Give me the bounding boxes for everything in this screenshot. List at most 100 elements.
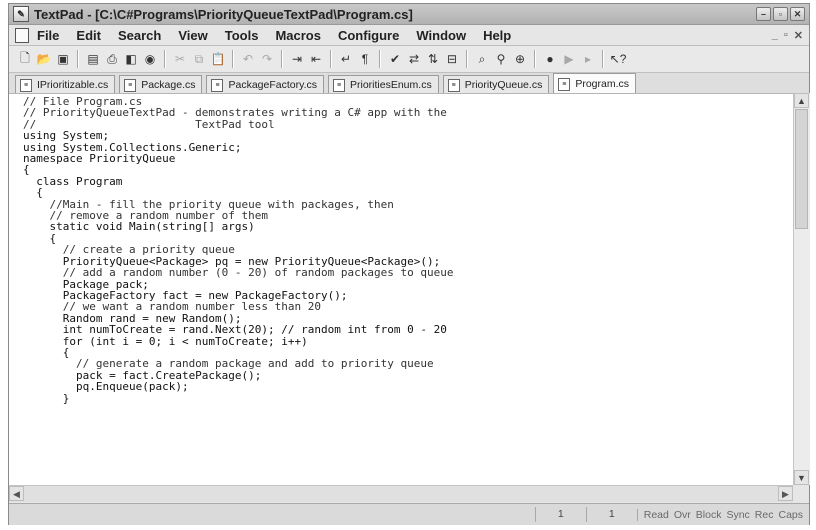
- undo-icon[interactable]: ↶: [240, 51, 256, 67]
- status-column-number: 1: [585, 507, 637, 522]
- scroll-right-icon[interactable]: ▶: [778, 486, 793, 501]
- maximize-button[interactable]: ▫: [773, 7, 788, 21]
- file-icon: ≡: [558, 77, 571, 91]
- tab-iprioritizable[interactable]: ≡ IPrioritizable.cs: [15, 75, 116, 94]
- menu-search[interactable]: Search: [118, 28, 161, 43]
- document-window-controls: _ ▫ ✕: [772, 29, 803, 42]
- toolbar-separator: [466, 50, 468, 68]
- scroll-left-icon[interactable]: ◀: [9, 486, 24, 501]
- file-icon: ≡: [124, 78, 137, 92]
- record-macro-icon[interactable]: ●: [542, 51, 558, 67]
- code-line[interactable]: pq.Enqueue(pack);: [23, 381, 793, 393]
- document-tabs: ≡ IPrioritizable.cs ≡ Package.cs ≡ Packa…: [9, 73, 809, 95]
- menu-bar: File Edit Search View Tools Macros Confi…: [9, 25, 809, 46]
- scroll-up-icon[interactable]: ▲: [794, 93, 809, 108]
- menu-file[interactable]: File: [37, 28, 59, 43]
- tab-label: PriorityQueue.cs: [464, 79, 543, 91]
- vertical-scrollbar[interactable]: ▲ ▼: [793, 93, 810, 485]
- code-line[interactable]: {: [23, 164, 793, 176]
- document-minimize-icon[interactable]: _: [772, 29, 778, 42]
- step-macro-icon[interactable]: ▸: [580, 51, 596, 67]
- document-icon[interactable]: [15, 27, 29, 43]
- toolbar-separator: [602, 50, 604, 68]
- outdent-icon[interactable]: ⇤: [308, 51, 324, 67]
- copy-icon[interactable]: ⧉: [191, 51, 207, 67]
- toolbar-separator: [379, 50, 381, 68]
- new-file-icon[interactable]: 🗋: [17, 51, 33, 67]
- toolbar-separator: [330, 50, 332, 68]
- vertical-scroll-thumb[interactable]: [795, 109, 808, 229]
- textpad-window: ✎ TextPad - [C:\C#Programs\PriorityQueue…: [8, 3, 810, 525]
- tab-priority-queue[interactable]: ≡ PriorityQueue.cs: [442, 75, 550, 94]
- menu-help[interactable]: Help: [483, 28, 511, 43]
- toolbar-separator: [77, 50, 79, 68]
- save-icon[interactable]: ▣: [55, 51, 71, 67]
- open-folder-icon[interactable]: 📂: [36, 51, 52, 67]
- status-line-number: 1: [534, 507, 586, 522]
- window-controls: – ▫ ✕: [756, 7, 805, 21]
- code-editor[interactable]: // File Program.cs// PriorityQueueTextPa…: [9, 93, 793, 486]
- menu-edit[interactable]: Edit: [76, 28, 101, 43]
- cut-icon[interactable]: ✂: [172, 51, 188, 67]
- code-line[interactable]: static void Main(string[] args): [23, 221, 793, 233]
- menu-view[interactable]: View: [178, 28, 207, 43]
- code-line[interactable]: int numToCreate = rand.Next(20); // rand…: [23, 324, 793, 336]
- code-line[interactable]: namespace PriorityQueue: [23, 153, 793, 165]
- status-bar: 1 1 Read Ovr Block Sync Rec Caps: [9, 503, 809, 525]
- document-close-icon[interactable]: ✕: [794, 29, 803, 42]
- code-line[interactable]: // we want a random number less than 20: [23, 301, 793, 313]
- play-macro-icon[interactable]: ▶: [561, 51, 577, 67]
- tab-label: PackageFactory.cs: [228, 79, 317, 91]
- tab-priorities-enum[interactable]: ≡ PrioritiesEnum.cs: [328, 75, 439, 94]
- code-line[interactable]: }: [23, 392, 793, 404]
- compare-icon[interactable]: ⊟: [444, 51, 460, 67]
- tab-package-factory[interactable]: ≡ PackageFactory.cs: [206, 75, 324, 94]
- find-in-files-icon[interactable]: ⊕: [512, 51, 528, 67]
- tab-package[interactable]: ≡ Package.cs: [119, 75, 203, 94]
- tab-label: Package.cs: [141, 79, 196, 91]
- tab-program[interactable]: ≡ Program.cs: [553, 73, 637, 94]
- code-line[interactable]: class Program: [23, 175, 793, 187]
- code-line[interactable]: for (int i = 0; i < numToCreate; i++): [23, 335, 793, 347]
- code-line[interactable]: {: [23, 187, 793, 199]
- redo-icon[interactable]: ↷: [259, 51, 275, 67]
- find-icon[interactable]: ◉: [142, 51, 158, 67]
- title-bar[interactable]: ✎ TextPad - [C:\C#Programs\PriorityQueue…: [9, 4, 809, 25]
- status-flag-block: Block: [695, 508, 722, 521]
- find-previous-icon[interactable]: ⚲: [493, 51, 509, 67]
- code-line[interactable]: // TextPad tool: [23, 118, 793, 130]
- file-icon: ≡: [333, 78, 345, 92]
- sort-icon[interactable]: ⇅: [425, 51, 441, 67]
- horizontal-scrollbar[interactable]: ◀ ▶: [9, 485, 793, 502]
- menu-tools[interactable]: Tools: [225, 28, 259, 43]
- find-next-icon[interactable]: ⌕: [474, 51, 490, 67]
- code-text[interactable]: // File Program.cs// PriorityQueueTextPa…: [9, 94, 793, 404]
- scroll-down-icon[interactable]: ▼: [794, 470, 809, 485]
- paragraph-icon[interactable]: ¶: [357, 51, 373, 67]
- print-preview-icon[interactable]: ◧: [123, 51, 139, 67]
- wrap-icon[interactable]: ↵: [338, 51, 354, 67]
- close-button[interactable]: ✕: [790, 7, 805, 21]
- file-icon: ≡: [20, 78, 32, 92]
- menu-macros[interactable]: Macros: [275, 28, 321, 43]
- document-restore-icon[interactable]: ▫: [784, 29, 788, 42]
- status-flag-ovr: Ovr: [673, 508, 691, 521]
- code-line[interactable]: using System;: [23, 130, 793, 142]
- status-flag-sync: Sync: [726, 508, 750, 521]
- menu-window[interactable]: Window: [416, 28, 466, 43]
- code-line[interactable]: // create a priority queue: [23, 244, 793, 256]
- replace-icon[interactable]: ⇄: [406, 51, 422, 67]
- print-icon[interactable]: ⎙: [104, 51, 120, 67]
- save-all-icon[interactable]: ▤: [85, 51, 101, 67]
- menu-configure[interactable]: Configure: [338, 28, 399, 43]
- status-flag-read: Read: [643, 508, 669, 521]
- paste-icon[interactable]: 📋: [210, 51, 226, 67]
- status-flag-rec: Rec: [754, 508, 774, 521]
- help-cursor-icon[interactable]: ↖?: [610, 51, 627, 67]
- indent-icon[interactable]: ⇥: [289, 51, 305, 67]
- spell-check-icon[interactable]: ✔: [387, 51, 403, 67]
- code-line[interactable]: // add a random number (0 - 20) of rando…: [23, 267, 793, 279]
- toolbar-separator: [534, 50, 536, 68]
- tab-label: IPrioritizable.cs: [37, 79, 109, 91]
- minimize-button[interactable]: –: [756, 7, 771, 21]
